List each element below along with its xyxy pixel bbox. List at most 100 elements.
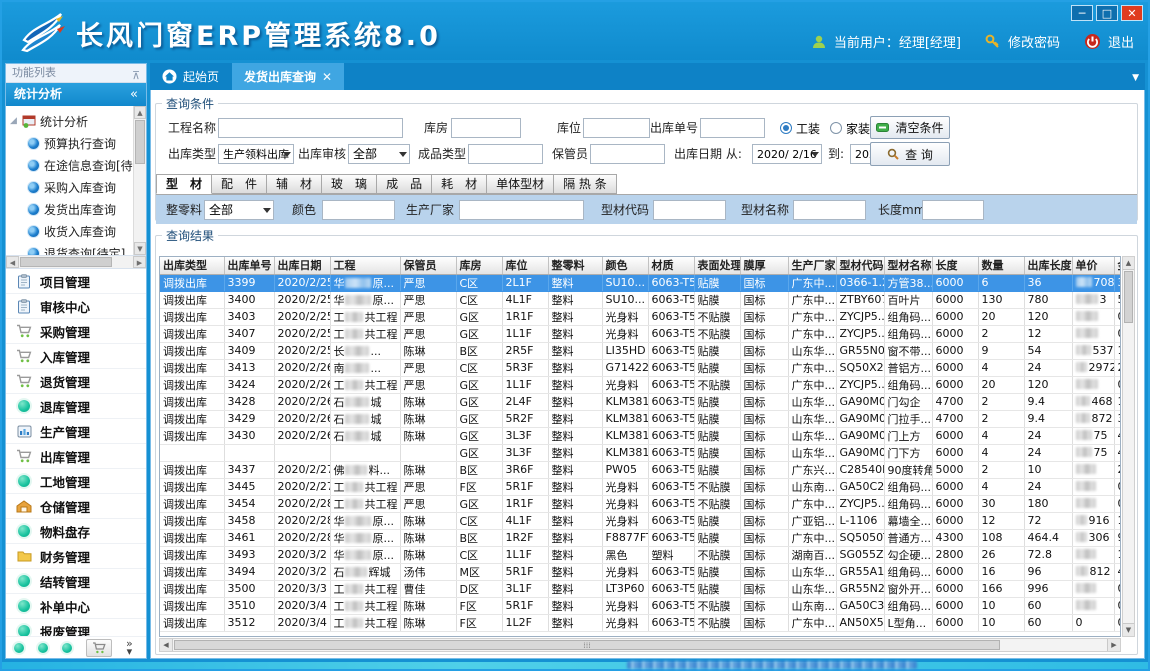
color-input[interactable] xyxy=(322,200,395,220)
scroll-up-icon[interactable]: ▲ xyxy=(1123,257,1134,270)
length-input[interactable] xyxy=(922,200,984,220)
change-password-button[interactable]: 修改密码 xyxy=(1008,32,1060,51)
nav-item[interactable]: 退库管理 xyxy=(6,394,146,419)
tree-item[interactable]: 在途信息查询[待 xyxy=(10,154,132,176)
profile-code-input[interactable] xyxy=(653,200,726,220)
material-tab[interactable]: 玻 璃 xyxy=(322,174,377,194)
scroll-right-icon[interactable]: ▶ xyxy=(133,256,146,268)
scroll-up-icon[interactable]: ▲ xyxy=(134,106,146,119)
dot-icon[interactable] xyxy=(14,643,24,653)
column-header[interactable]: 保管员 xyxy=(400,257,456,274)
tree-item[interactable]: 预算执行查询 xyxy=(10,132,132,154)
scrollbar-thumb[interactable] xyxy=(135,120,145,164)
table-horizontal-scrollbar[interactable]: ◀ ⁞⁞⁞ ▶ xyxy=(159,638,1121,652)
material-tab[interactable]: 单体型材 xyxy=(487,174,554,194)
table-row[interactable]: 调拨出库35122020/3/4工共工程陈琳F区1L2F整料光身料6063-T5… xyxy=(160,614,1121,631)
table-row[interactable]: 调拨出库34002020/2/25华原...严思C区4L1F整料SU10...6… xyxy=(160,291,1121,308)
scroll-down-icon[interactable]: ▼ xyxy=(1123,623,1134,636)
tree-item[interactable]: 采购入库查询 xyxy=(10,176,132,198)
column-header[interactable]: 单价 xyxy=(1072,257,1114,274)
material-tab[interactable]: 配 件 xyxy=(212,174,267,194)
tab-home[interactable]: 起始页 xyxy=(150,63,231,90)
search-button[interactable]: 查 询 xyxy=(870,142,950,166)
column-header[interactable]: 生产厂家 xyxy=(788,257,836,274)
table-row[interactable]: 调拨出库35102020/3/4工共工程陈琳F区5R1F整料光身料6063-T5… xyxy=(160,597,1121,614)
column-header[interactable]: 数量 xyxy=(978,257,1024,274)
logout-button[interactable]: 退出 xyxy=(1108,32,1134,51)
whole-part-select[interactable]: 全部 xyxy=(204,200,274,220)
tree-horizontal-scrollbar[interactable]: ◀ ▶ xyxy=(6,256,146,269)
nav-item[interactable]: 补单中心 xyxy=(6,594,146,619)
column-header[interactable]: 型材名称 xyxy=(884,257,932,274)
location-input[interactable] xyxy=(583,118,650,138)
table-row[interactable]: 调拨出库34932020/3/2华原...陈琳C区1L1F整料黑色塑料不贴膜国标… xyxy=(160,546,1121,563)
maximize-button[interactable]: □ xyxy=(1096,5,1118,21)
date-from-select[interactable]: 2020/ 2/16 xyxy=(752,144,822,164)
table-row[interactable]: 调拨出库34072020/2/25工共工程严思G区1L1F整料光身料6063-T… xyxy=(160,325,1121,342)
table-row[interactable]: 调拨出库34372020/2/27佛料...陈琳B区3R6F整料PW056063… xyxy=(160,461,1121,478)
nav-item[interactable]: 仓储管理 xyxy=(6,494,146,519)
table-row[interactable]: 调拨出库34292020/2/26石城陈琳G区5R2F整料KLM38176063… xyxy=(160,410,1121,427)
collapse-icon[interactable]: « xyxy=(130,83,138,106)
table-row[interactable]: 调拨出库34092020/2/25长...陈琳B区2R5F整料LI35HD606… xyxy=(160,342,1121,359)
column-header[interactable]: 整零料 xyxy=(548,257,602,274)
table-row[interactable]: 调拨出库34282020/2/26石城陈琳G区2L4F整料KLM38176063… xyxy=(160,393,1121,410)
column-header[interactable]: 型材代码 xyxy=(836,257,884,274)
column-header[interactable]: 出库单号 xyxy=(224,257,274,274)
manufacturer-input[interactable] xyxy=(459,200,584,220)
nav-item[interactable]: 物料盘存 xyxy=(6,519,146,544)
tree-item[interactable]: 发货出库查询 xyxy=(10,198,132,220)
material-tab[interactable]: 耗 材 xyxy=(432,174,487,194)
column-header[interactable]: 库房 xyxy=(456,257,502,274)
tree-root[interactable]: ◢ 统计分析 xyxy=(10,110,132,132)
scrollbar-thumb[interactable] xyxy=(20,257,112,267)
table-row[interactable]: 调拨出库34032020/2/25工共工程严思G区1R1F整料光身料6063-T… xyxy=(160,308,1121,325)
project-name-input[interactable] xyxy=(218,118,403,138)
table-row[interactable]: G区3L3F整料KLM38176063-T5贴膜国标山东华...GA90M09.… xyxy=(160,444,1121,461)
material-tab[interactable]: 辅 材 xyxy=(267,174,322,194)
profile-name-input[interactable] xyxy=(793,200,866,220)
column-header[interactable]: 工程 xyxy=(330,257,400,274)
nav-item[interactable]: 工地管理 xyxy=(6,469,146,494)
keeper-input[interactable] xyxy=(590,144,665,164)
nav-item[interactable]: 出库管理 xyxy=(6,444,146,469)
material-tab[interactable]: 隔 热 条 xyxy=(554,174,617,194)
nav-item[interactable]: 退货管理 xyxy=(6,369,146,394)
minimize-button[interactable]: ─ xyxy=(1071,5,1093,21)
table-row[interactable]: 调拨出库35002020/3/3工共工程曹佳D区3L1F整料LT3P606063… xyxy=(160,580,1121,597)
audit-select[interactable]: 全部 xyxy=(348,144,410,164)
table-row[interactable]: 调拨出库34132020/2/26南...严思C区5R3F整料G71422606… xyxy=(160,359,1121,376)
scroll-down-icon[interactable]: ▼ xyxy=(134,242,146,255)
table-row[interactable]: 调拨出库34582020/2/28华原...陈琳C区4L1F整料光身料6063-… xyxy=(160,512,1121,529)
dot-icon[interactable] xyxy=(38,643,48,653)
nav-item[interactable]: 审核中心 xyxy=(6,294,146,319)
tab-close-icon[interactable]: ✕ xyxy=(322,70,332,84)
clear-conditions-button[interactable]: 清空条件 xyxy=(870,116,950,139)
table-row[interactable]: 调拨出库33992020/2/25华原...严思C区2L1F整料SU10...6… xyxy=(160,274,1121,291)
tree-vertical-scrollbar[interactable]: ▲ ▼ xyxy=(133,106,146,255)
table-row[interactable]: 调拨出库34942020/3/2石辉城汤伟M区5R1F整料光身料6063-T5贴… xyxy=(160,563,1121,580)
column-header[interactable]: 材质 xyxy=(648,257,694,274)
scrollbar-thumb[interactable]: ⁞⁞⁞ xyxy=(174,640,1000,650)
nav-item[interactable]: 采购管理 xyxy=(6,319,146,344)
column-header[interactable]: 长度 xyxy=(932,257,978,274)
order-no-input[interactable] xyxy=(700,118,765,138)
tree-item[interactable]: 收货入库查询 xyxy=(10,220,132,242)
out-type-select[interactable]: 生产领料出库 xyxy=(218,144,294,164)
scrollbar-thumb[interactable] xyxy=(1124,271,1133,323)
nav-item[interactable]: 项目管理 xyxy=(6,269,146,294)
nav-item[interactable]: 生产管理 xyxy=(6,419,146,444)
close-button[interactable]: ✕ xyxy=(1121,5,1143,21)
column-header[interactable]: 库位 xyxy=(502,257,548,274)
radio-home-decoration[interactable]: 家装 xyxy=(830,118,870,138)
radio-work-decoration[interactable]: 工装 xyxy=(780,118,820,138)
cart-button[interactable] xyxy=(86,639,112,657)
column-header[interactable]: 出库类型 xyxy=(160,257,224,274)
tree-item[interactable]: 退货查询[待定] xyxy=(10,242,132,256)
sidebar-section-header[interactable]: 统计分析 « xyxy=(6,83,146,106)
tab-overflow-icon[interactable]: ▼ xyxy=(1132,73,1139,83)
column-header[interactable]: 出库日期 xyxy=(274,257,330,274)
tab-shipping-outbound-query[interactable]: 发货出库查询 ✕ xyxy=(232,63,344,90)
table-row[interactable]: 调拨出库34542020/2/28工共工程严思G区1R1F整料光身料6063-T… xyxy=(160,495,1121,512)
column-header[interactable]: 颜色 xyxy=(602,257,648,274)
